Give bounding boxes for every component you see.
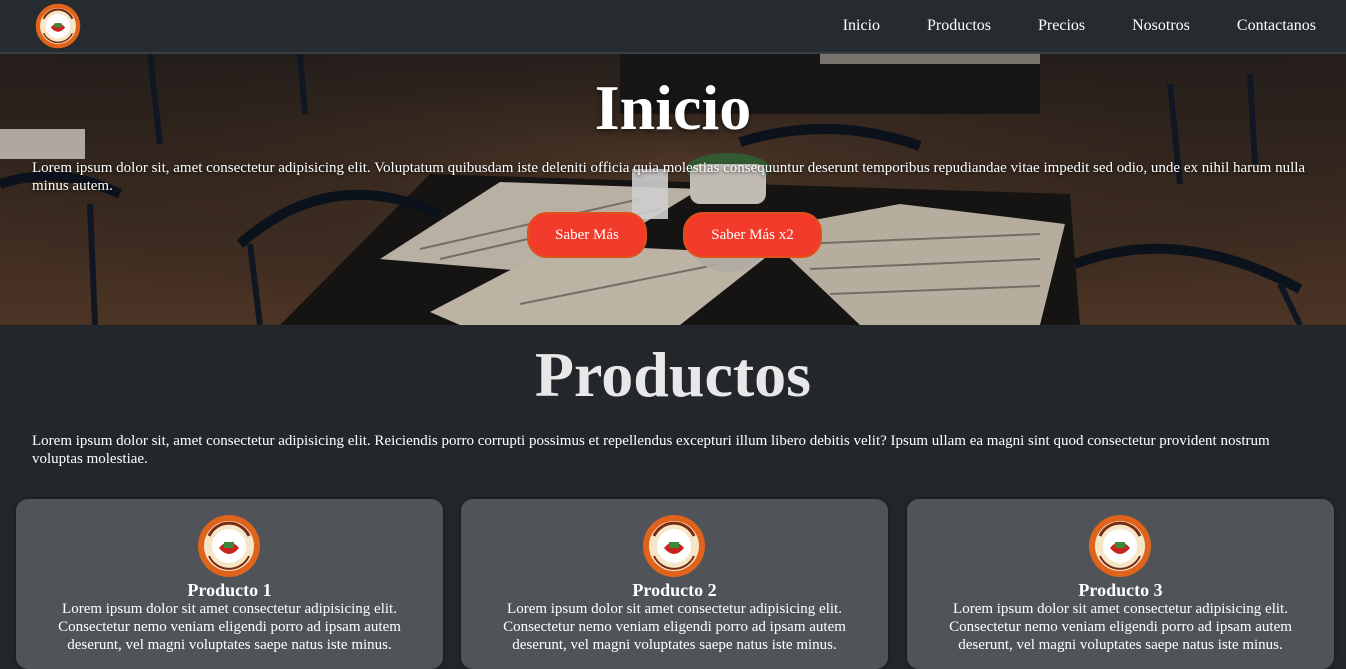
nav-link-contactanos[interactable]: Contactanos: [1237, 17, 1316, 35]
navbar: Inicio Productos Precios Nosotros Contac…: [0, 0, 1346, 54]
product-card-text: Lorem ipsum dolor sit amet consectetur a…: [503, 601, 846, 653]
products-text: Lorem ipsum dolor sit, amet consectetur …: [32, 433, 1270, 467]
hero-title: Inicio: [594, 72, 752, 143]
product-card-1[interactable]: Producto 1 Lorem ipsum dolor sit amet co…: [16, 499, 443, 669]
saber-mas-x2-button[interactable]: Saber Más x2: [683, 212, 822, 258]
product-card-3[interactable]: Producto 3 Lorem ipsum dolor sit amet co…: [907, 499, 1334, 669]
hero-section: Inicio Lorem ipsum dolor sit, amet conse…: [0, 54, 1346, 325]
saber-mas-button[interactable]: Saber Más: [527, 212, 647, 258]
nav-link-inicio[interactable]: Inicio: [843, 17, 880, 35]
balafon-logo-icon: [642, 514, 706, 578]
product-card-text: Lorem ipsum dolor sit amet consectetur a…: [949, 601, 1292, 653]
products-title: Productos: [534, 339, 812, 410]
nav-link-productos[interactable]: Productos: [927, 17, 991, 35]
balafon-logo-icon: [197, 514, 261, 578]
product-card-title: Producto 2: [632, 580, 717, 600]
balafon-logo-icon: [1088, 514, 1152, 578]
hero-text: Lorem ipsum dolor sit, amet consectetur …: [32, 160, 1306, 194]
nav-link-nosotros[interactable]: Nosotros: [1132, 17, 1190, 35]
product-card-2[interactable]: Producto 2 Lorem ipsum dolor sit amet co…: [461, 499, 888, 669]
product-card-title: Producto 1: [187, 580, 272, 600]
product-card-title: Producto 3: [1078, 580, 1163, 600]
nav-link-precios[interactable]: Precios: [1038, 17, 1085, 35]
balafon-logo-icon[interactable]: [35, 3, 81, 49]
product-card-text: Lorem ipsum dolor sit amet consectetur a…: [58, 601, 401, 653]
